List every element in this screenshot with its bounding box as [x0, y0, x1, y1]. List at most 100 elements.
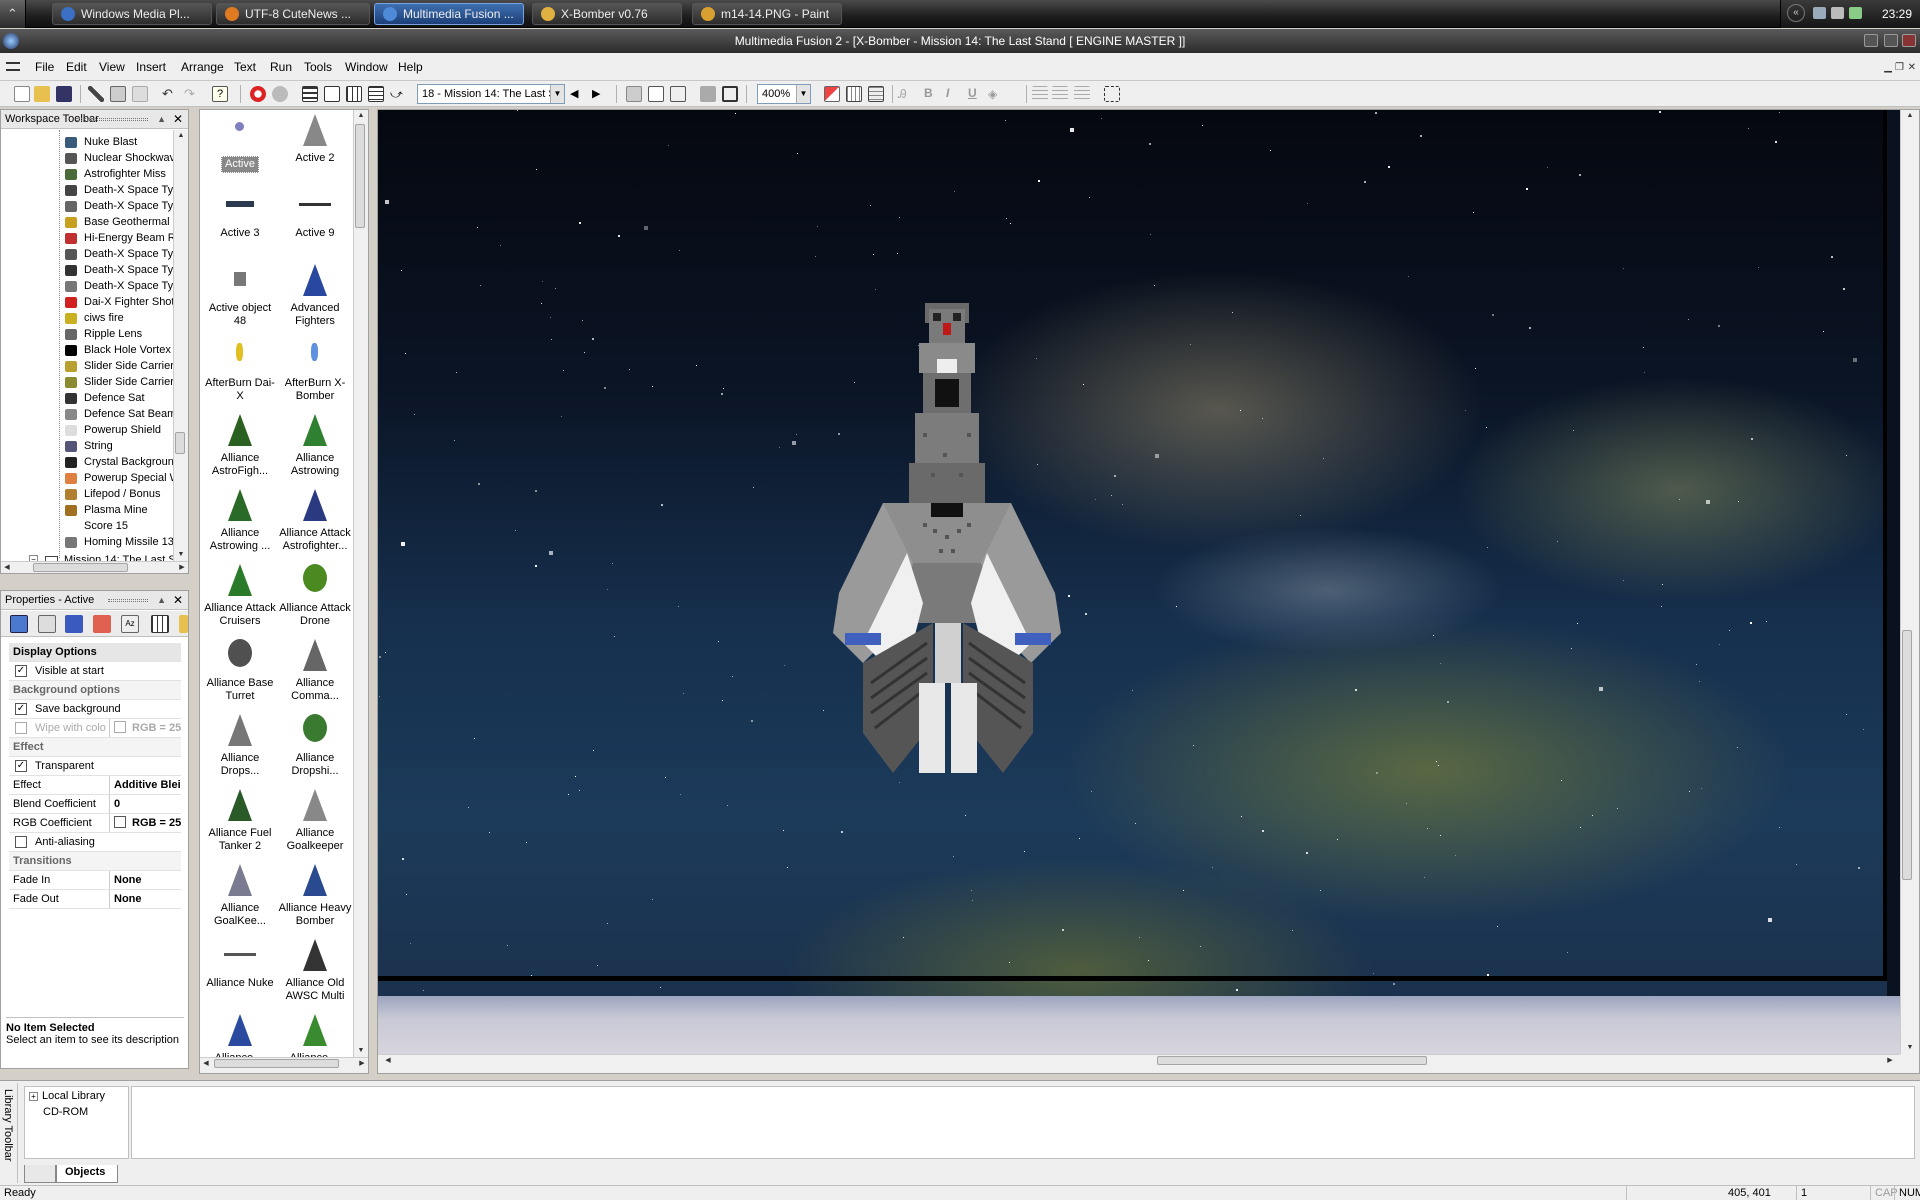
redo-icon[interactable]: ↷: [184, 86, 200, 102]
object-item[interactable]: Alliance GoalKee...: [202, 862, 278, 928]
object-item[interactable]: Active: [202, 112, 278, 173]
property-row[interactable]: ✓ Save background: [9, 700, 181, 719]
snap-grid-icon[interactable]: [868, 86, 884, 102]
panel-grip[interactable]: [108, 599, 148, 602]
tab-library[interactable]: [24, 1165, 56, 1183]
close-icon[interactable]: ✕: [173, 591, 183, 609]
grid-icon[interactable]: [346, 86, 362, 102]
object-item[interactable]: Alliance Attack Astrofighter...: [277, 487, 353, 553]
property-checkbox[interactable]: ✓: [15, 703, 27, 715]
chevron-down-icon[interactable]: ▼: [550, 85, 564, 103]
value-checkbox[interactable]: [114, 721, 126, 733]
help-icon[interactable]: ?: [212, 86, 228, 102]
tab-size-icon[interactable]: [38, 615, 56, 633]
property-row[interactable]: Fade In None: [9, 871, 181, 890]
mdi-minimize-icon[interactable]: ▁: [1884, 62, 1892, 73]
maximize-icon[interactable]: [1884, 34, 1898, 47]
workspace-vscrollbar[interactable]: ▲ ▼: [173, 130, 188, 561]
tree-item[interactable]: Death-X Space Ty: [1, 278, 173, 294]
scroll-up-icon[interactable]: ▲: [174, 130, 188, 142]
object-item[interactable]: Alliance Goalkeeper: [277, 787, 353, 853]
scroll-right-icon[interactable]: ▶: [1884, 1055, 1896, 1073]
paste-icon[interactable]: [132, 86, 148, 102]
tree-item[interactable]: String: [1, 438, 173, 454]
open-icon[interactable]: [34, 86, 50, 102]
fit-icon[interactable]: [1104, 86, 1120, 102]
menu-run[interactable]: Run: [270, 60, 292, 74]
object-item[interactable]: Alliance Old AWSC Multi: [277, 937, 353, 1003]
chevron-down-icon[interactable]: ▼: [796, 85, 810, 103]
object-item[interactable]: Alliance Fuel Tanker 2: [202, 787, 278, 853]
property-row[interactable]: Fade Out None: [9, 890, 181, 909]
scroll-down-icon[interactable]: ▼: [1901, 1042, 1919, 1054]
property-checkbox[interactable]: [15, 722, 27, 734]
workspace-hscrollbar[interactable]: ◀ ▶: [1, 561, 188, 573]
scroll-up-icon[interactable]: ▲: [1901, 110, 1919, 122]
film-icon[interactable]: [722, 86, 738, 102]
spaceship-sprite[interactable]: [823, 303, 1073, 773]
minimize-icon[interactable]: [1864, 34, 1878, 47]
object-item[interactable]: Alliance Comma...: [277, 637, 353, 703]
frame-editor-icon[interactable]: [324, 86, 340, 102]
scroll-thumb[interactable]: [175, 432, 185, 454]
objects-vscrollbar[interactable]: ▲ ▼: [353, 110, 368, 1057]
task-button-1[interactable]: UTF-8 CuteNews ...: [216, 3, 370, 25]
tree-item[interactable]: Slider Side Carriers: [1, 374, 173, 390]
tab-events-icon[interactable]: Az: [121, 615, 139, 633]
tree-item[interactable]: Dai-X Fighter Shot: [1, 294, 173, 310]
tree-item[interactable]: Black Hole Vortex: [1, 342, 173, 358]
property-value[interactable]: Additive Blei: [109, 776, 181, 794]
object-item[interactable]: Alliance Attack Cruisers: [202, 562, 278, 628]
tree-item[interactable]: Powerup Shield: [1, 422, 173, 438]
task-button-4[interactable]: m14-14.PNG - Paint: [692, 3, 842, 25]
tab-values-icon[interactable]: [93, 615, 111, 633]
object-item[interactable]: Active 9: [277, 187, 353, 240]
tree-item[interactable]: Base Geothermal E: [1, 214, 173, 230]
panel-grip[interactable]: [76, 118, 148, 121]
menu-file[interactable]: File: [35, 60, 54, 74]
menu-help[interactable]: Help: [398, 60, 423, 74]
tree-item[interactable]: Nuke Blast: [1, 134, 173, 150]
object-item[interactable]: Alliance Dropshi...: [277, 712, 353, 778]
tree-item[interactable]: Hi-Energy Beam R: [1, 230, 173, 246]
scroll-up-icon[interactable]: ▲: [354, 110, 368, 122]
scroll-thumb[interactable]: [355, 124, 365, 228]
menu-text[interactable]: Text: [234, 60, 256, 74]
library-node-cdrom[interactable]: CD-ROM: [43, 1106, 88, 1118]
align-center-icon[interactable]: [1052, 86, 1068, 102]
align-left-icon[interactable]: [1032, 86, 1048, 102]
tree-item[interactable]: Slider Side Carriers: [1, 358, 173, 374]
property-row[interactable]: Anti-aliasing: [9, 833, 181, 852]
pin-icon[interactable]: ▲: [157, 110, 166, 128]
tree-item[interactable]: Astrofighter Miss: [1, 166, 173, 182]
tree-item[interactable]: Defence Sat: [1, 390, 173, 406]
property-row[interactable]: RGB Coefficient RGB = 25: [9, 814, 181, 833]
tree-item[interactable]: Homing Missile 13: [1, 534, 173, 550]
object-item[interactable]: AfterBurn Dai-X: [202, 337, 278, 403]
tree-item[interactable]: Death-X Space Ty: [1, 182, 173, 198]
menu-view[interactable]: View: [99, 60, 125, 74]
network-icon[interactable]: [1813, 7, 1826, 19]
object-item[interactable]: Alliance Drops...: [202, 712, 278, 778]
align-icon[interactable]: [700, 86, 716, 102]
storyboard-icon[interactable]: [302, 86, 318, 102]
object-item[interactable]: Active 3: [202, 187, 278, 240]
property-row[interactable]: ✓ Visible at start: [9, 662, 181, 681]
bold-button[interactable]: B: [924, 86, 933, 100]
tray-app-icon[interactable]: [1849, 7, 1862, 19]
pin-icon[interactable]: ▲: [157, 591, 166, 609]
property-checkbox[interactable]: ✓: [15, 665, 27, 677]
tree-item[interactable]: Score 15: [1, 518, 173, 534]
tab-more-icon[interactable]: [179, 615, 188, 633]
menu-grip-icon[interactable]: [6, 62, 20, 71]
clock[interactable]: 23:29: [1882, 7, 1912, 21]
scroll-thumb[interactable]: [1902, 630, 1912, 880]
menu-tools[interactable]: Tools: [304, 60, 332, 74]
object-item[interactable]: Advanced Fighters: [277, 262, 353, 328]
scroll-left-icon[interactable]: ◀: [1, 562, 13, 573]
object-item[interactable]: Alliance Astrowing: [277, 412, 353, 478]
task-button-2[interactable]: Multimedia Fusion ...: [374, 3, 524, 25]
zoom-select[interactable]: 400% ▼: [757, 84, 811, 104]
save-icon[interactable]: [56, 86, 72, 102]
next-frame-icon[interactable]: ▶: [592, 86, 608, 102]
